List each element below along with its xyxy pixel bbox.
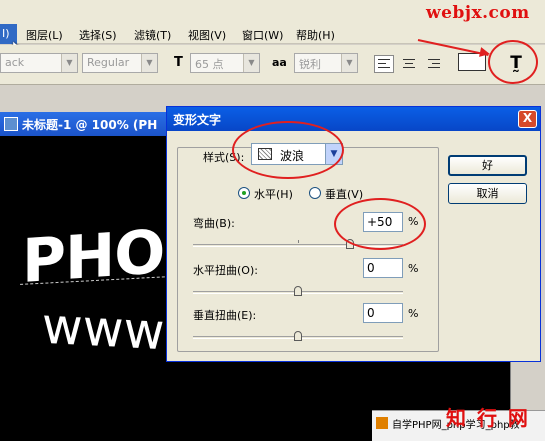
menu-layer[interactable]: 图层(L)	[26, 27, 63, 43]
h-distort-input[interactable]: 0	[363, 258, 403, 278]
menu-select[interactable]: 选择(S)	[79, 27, 117, 43]
annotation-circle-warp	[488, 40, 538, 84]
watermark-webjx: webjx.com	[426, 3, 530, 23]
align-right-button[interactable]	[422, 55, 442, 73]
canvas-text-line1: PHO	[22, 217, 165, 297]
v-distort-percent: %	[408, 307, 419, 320]
close-icon[interactable]: X	[518, 110, 537, 128]
antialias-value: 锐利	[299, 58, 321, 71]
font-family-value: ack	[5, 56, 25, 69]
h-distort-slider-thumb[interactable]	[294, 286, 302, 296]
cancel-button[interactable]: 取消	[448, 183, 527, 204]
vertical-label: 垂直(V)	[325, 188, 364, 201]
h-distort-label: 水平扭曲(O):	[193, 264, 258, 277]
menu-view[interactable]: 视图(V)	[188, 27, 226, 43]
v-distort-label: 垂直扭曲(E):	[193, 309, 257, 322]
antialias-icon: aa	[272, 56, 287, 69]
banner-icon	[376, 417, 388, 429]
horizontal-radio[interactable]	[238, 187, 250, 199]
menu-filter[interactable]: 滤镜(T)	[134, 27, 171, 43]
menu-bar: I) 图层(L) 选择(S) 滤镜(T) 视图(V) 窗口(W) 帮助(H)	[0, 24, 545, 44]
font-size-icon: T	[174, 55, 183, 70]
align-center-button[interactable]	[398, 55, 418, 73]
annotation-circle-bend	[334, 198, 426, 250]
h-distort-percent: %	[408, 262, 419, 275]
align-left-button[interactable]	[374, 55, 394, 73]
document-icon	[4, 117, 18, 131]
menu-window[interactable]: 窗口(W)	[242, 27, 283, 43]
chevron-down-icon: ▼	[141, 54, 157, 72]
font-size-value: 65 点	[195, 58, 224, 71]
font-family-select[interactable]: ack ▼	[0, 53, 78, 73]
font-size-select[interactable]: 65 点 ▼	[190, 53, 260, 73]
antialias-select[interactable]: 锐利 ▼	[294, 53, 358, 73]
font-style-select[interactable]: Regular ▼	[82, 53, 158, 73]
annotation-circle-style	[232, 121, 344, 179]
v-distort-slider-thumb[interactable]	[294, 331, 302, 341]
v-distort-input[interactable]: 0	[363, 303, 403, 323]
menu-help[interactable]: 帮助(H)	[296, 27, 335, 43]
canvas-text-line2: www	[42, 296, 165, 362]
font-style-value: Regular	[87, 56, 130, 69]
dialog-title: 变形文字	[167, 107, 540, 131]
slider-tick	[298, 240, 299, 243]
chevron-down-icon: ▼	[243, 54, 259, 72]
chevron-down-icon: ▼	[341, 54, 357, 72]
watermark-zxw: 知 行 网	[446, 406, 530, 430]
vertical-radio[interactable]	[309, 187, 321, 199]
bend-label: 弯曲(B):	[193, 217, 235, 230]
horizontal-label: 水平(H)	[254, 188, 293, 201]
ok-button[interactable]: 好	[448, 155, 527, 176]
chevron-down-icon: ▼	[61, 54, 77, 72]
